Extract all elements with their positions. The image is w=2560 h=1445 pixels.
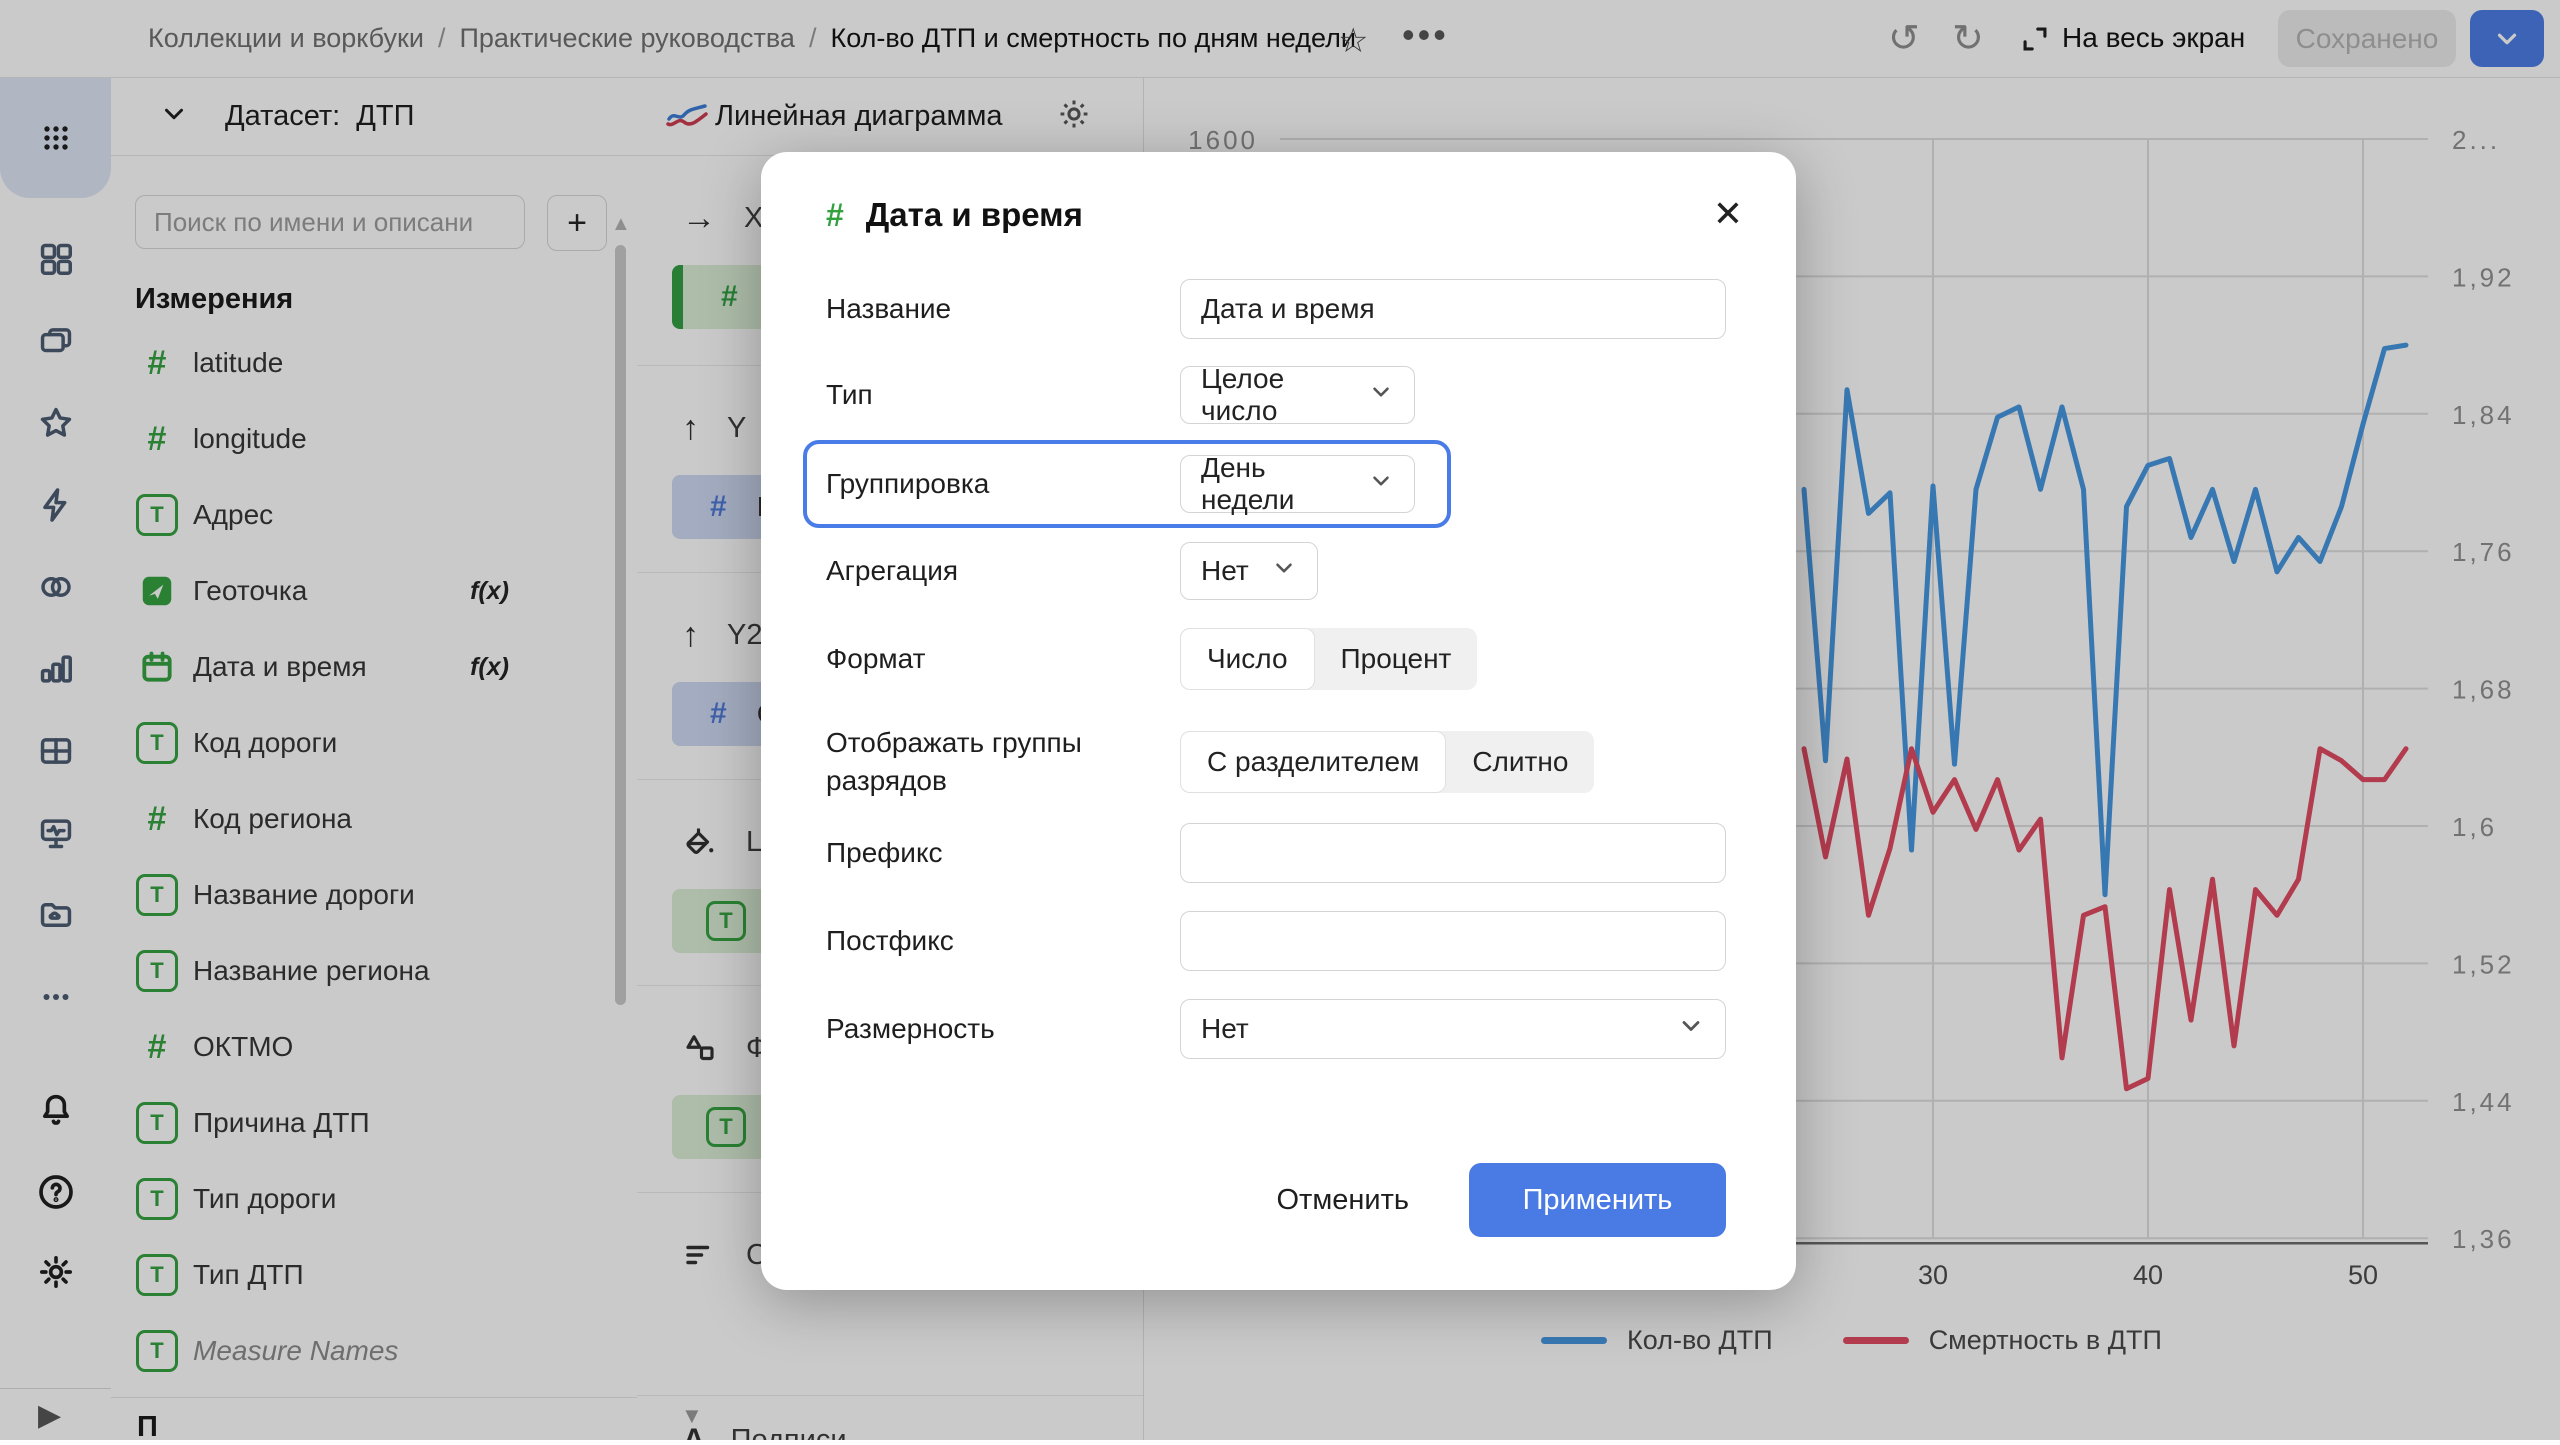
row-dimension: Размерность Нет xyxy=(826,999,1726,1059)
prefix-input[interactable] xyxy=(1180,823,1726,883)
grouping-select[interactable]: День недели xyxy=(1180,455,1415,513)
name-label: Название xyxy=(826,293,1180,325)
row-aggregation: Агрегация Нет xyxy=(826,542,1726,600)
type-select[interactable]: Целое число xyxy=(1180,366,1415,424)
aggregation-label: Агрегация xyxy=(826,555,1180,587)
chevron-down-icon xyxy=(1368,468,1394,501)
dimension-select[interactable]: Нет xyxy=(1180,999,1726,1059)
dimension-label: Размерность xyxy=(826,1013,1180,1045)
format-label: Формат xyxy=(826,643,1180,675)
grouping-highlight-box: Группировка День недели xyxy=(803,440,1451,528)
postfix-label: Постфикс xyxy=(826,925,1180,957)
chevron-down-icon xyxy=(1271,555,1297,588)
number-field-icon: # xyxy=(826,197,844,234)
digit-groups-label: Отображать группы разрядов xyxy=(826,724,1180,800)
type-label: Тип xyxy=(826,379,1180,411)
digit-groups-segmented: С разделителем Слитно xyxy=(1180,731,1594,793)
row-type: Тип Целое число xyxy=(826,366,1726,424)
format-segmented: Число Процент xyxy=(1180,628,1477,690)
grouping-label: Группировка xyxy=(826,468,1180,500)
chevron-down-icon xyxy=(1368,379,1394,412)
row-format: Формат Число Процент xyxy=(826,628,1726,690)
field-settings-dialog: # Дата и время ✕ Название Тип Целое числ… xyxy=(761,152,1796,1290)
row-postfix: Постфикс xyxy=(826,911,1726,971)
row-prefix: Префикс xyxy=(826,823,1726,883)
digits-option-plain[interactable]: Слитно xyxy=(1446,731,1594,793)
format-option-percent[interactable]: Процент xyxy=(1315,628,1478,690)
aggregation-select[interactable]: Нет xyxy=(1180,542,1318,600)
row-digit-groups: Отображать группы разрядов С разделителе… xyxy=(826,724,1726,800)
postfix-input[interactable] xyxy=(1180,911,1726,971)
digits-option-separator[interactable]: С разделителем xyxy=(1180,731,1446,793)
cancel-button[interactable]: Отменить xyxy=(1270,1183,1415,1218)
format-option-number[interactable]: Число xyxy=(1180,628,1315,690)
dialog-title: # Дата и время xyxy=(826,196,1083,234)
chevron-down-icon xyxy=(1677,1012,1705,1047)
row-name: Название xyxy=(826,279,1726,339)
close-icon[interactable]: ✕ xyxy=(1706,192,1750,236)
apply-button[interactable]: Применить xyxy=(1469,1163,1726,1237)
prefix-label: Префикс xyxy=(826,837,1180,869)
name-input[interactable] xyxy=(1180,279,1726,339)
